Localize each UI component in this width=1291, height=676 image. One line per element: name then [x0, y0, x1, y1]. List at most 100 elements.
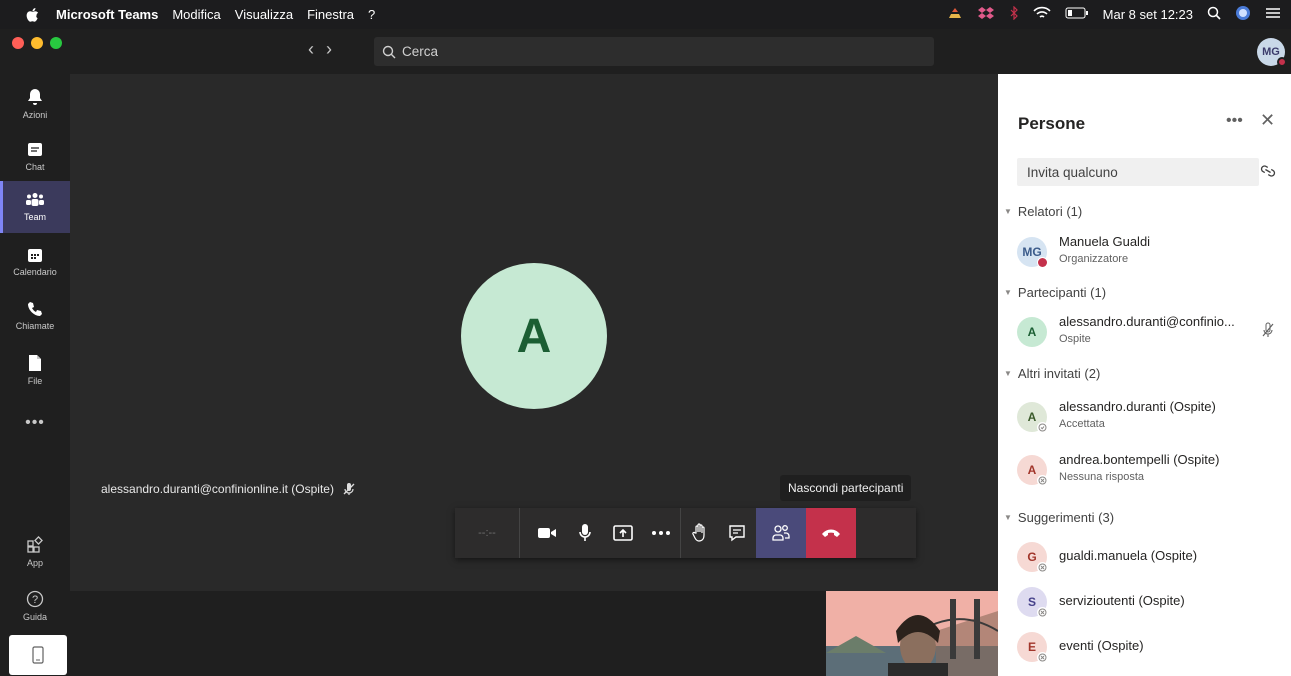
rail-item-guida[interactable]: ? Guida	[0, 580, 70, 632]
user-avatar[interactable]: MG	[1257, 38, 1287, 67]
rail-label: Chiamate	[15, 321, 55, 331]
phone-icon	[28, 302, 42, 316]
notification-center-icon[interactable]	[1265, 7, 1281, 22]
self-video-preview[interactable]	[826, 591, 998, 676]
caret-down-icon: ▼	[1004, 513, 1012, 522]
person-status: Nessuna risposta	[1059, 471, 1144, 483]
rail-more-button[interactable]: •••	[0, 414, 70, 432]
person-name: Manuela Gualdi	[1059, 234, 1151, 249]
section-relatori[interactable]: ▼ Relatori (1)	[1004, 204, 1082, 219]
copy-link-icon[interactable]	[1260, 164, 1276, 183]
siri-icon[interactable]	[1235, 5, 1251, 24]
window-controls	[12, 37, 62, 49]
menu-finestra[interactable]: Finestra	[307, 7, 354, 22]
dropbox-icon[interactable]	[977, 6, 995, 23]
person-row[interactable]: A alessandro.duranti (Ospite) Accettata	[1017, 397, 1287, 437]
rail-item-azioni[interactable]: Azioni	[0, 78, 70, 130]
invite-input[interactable]: Invita qualcuno	[1017, 158, 1259, 186]
meeting-chat-button[interactable]	[718, 508, 756, 558]
person-name: andrea.bontempelli (Ospite)	[1059, 452, 1220, 467]
people-panel: Persone ••• ✕ Invita qualcuno ▼ Relatori…	[998, 74, 1291, 676]
participants-button[interactable]	[756, 508, 806, 558]
rail-label: App	[26, 558, 43, 568]
section-label: Relatori (1)	[1017, 204, 1083, 219]
history-navigation: ‹ ›	[308, 39, 332, 60]
minimize-window-button[interactable]	[31, 37, 43, 49]
microphone-icon	[579, 524, 591, 541]
section-suggerimenti[interactable]: ▼ Suggerimenti (3)	[1004, 510, 1114, 525]
menu-help[interactable]: ?	[368, 7, 375, 22]
apple-icon[interactable]	[22, 7, 42, 23]
menu-extras: Mar 8 set 12:23	[947, 0, 1281, 29]
forward-arrow-icon[interactable]: ›	[326, 39, 332, 60]
person-role: Ospite	[1059, 333, 1091, 345]
busy-status-icon	[1037, 257, 1048, 268]
teams-icon	[26, 193, 44, 206]
macos-menu-bar: Microsoft Teams Modifica Visualizza Fine…	[0, 0, 1291, 29]
close-window-button[interactable]	[12, 37, 24, 49]
muted-mic-icon[interactable]	[1261, 322, 1275, 343]
person-row[interactable]: G gualdi.manuela (Ospite)	[1017, 537, 1287, 577]
offline-status-icon	[1037, 475, 1048, 486]
microphone-button[interactable]	[566, 508, 604, 558]
upload-icon[interactable]	[947, 6, 963, 23]
menu-clock[interactable]: Mar 8 set 12:23	[1103, 7, 1193, 22]
maximize-window-button[interactable]	[50, 37, 62, 49]
back-arrow-icon[interactable]: ‹	[308, 39, 314, 60]
person-row[interactable]: MG Manuela Gualdi Organizzatore	[1017, 232, 1287, 272]
person-row[interactable]: A alessandro.duranti@confinio... Ospite	[1017, 312, 1287, 352]
section-altri-invitati[interactable]: ▼ Altri invitati (2)	[1004, 366, 1100, 381]
battery-icon[interactable]	[1065, 7, 1089, 22]
panel-close-icon[interactable]: ✕	[1260, 110, 1275, 131]
avatar: A	[1017, 317, 1047, 347]
person-row[interactable]: E eventi (Ospite)	[1017, 627, 1287, 667]
search-input[interactable]: Cerca	[374, 37, 934, 66]
hang-up-icon	[822, 529, 840, 537]
person-name: alessandro.duranti@confinio...	[1059, 314, 1235, 329]
panel-more-icon[interactable]: •••	[1226, 112, 1243, 130]
person-row[interactable]: A andrea.bontempelli (Ospite) Nessuna ri…	[1017, 450, 1287, 490]
more-dots-icon	[652, 531, 670, 535]
caret-down-icon: ▼	[1004, 207, 1012, 216]
search-placeholder: Cerca	[402, 44, 439, 59]
person-row[interactable]: S servizioutenti (Ospite)	[1017, 582, 1287, 622]
bluetooth-icon[interactable]	[1009, 5, 1019, 23]
rail-label: Team	[23, 212, 46, 222]
apps-icon	[27, 536, 43, 553]
rail-item-chat[interactable]: Chat	[0, 131, 70, 183]
rail-item-calendario[interactable]: Calendario	[0, 236, 70, 288]
panel-title: Persone	[1018, 114, 1086, 133]
share-screen-button[interactable]	[604, 508, 642, 558]
rail-item-team[interactable]: Team	[0, 181, 70, 233]
raise-hand-icon	[691, 523, 705, 542]
participants-icon	[772, 525, 790, 541]
more-actions-button[interactable]	[642, 508, 680, 558]
caret-down-icon: ▼	[1004, 288, 1012, 297]
rail-item-file[interactable]: File	[0, 344, 70, 396]
help-icon: ?	[26, 590, 44, 608]
calendar-icon	[28, 249, 42, 262]
camera-button[interactable]	[528, 508, 566, 558]
spotlight-icon[interactable]	[1207, 6, 1221, 23]
menu-app-name[interactable]: Microsoft Teams	[56, 7, 158, 22]
rail-label: Chat	[25, 162, 45, 172]
offline-status-icon	[1037, 422, 1048, 433]
menu-visualizza[interactable]: Visualizza	[235, 7, 293, 22]
rail-item-chiamate[interactable]: Chiamate	[0, 290, 70, 342]
mobile-device-button[interactable]	[9, 635, 67, 675]
hang-up-button[interactable]	[806, 508, 856, 558]
invite-placeholder: Invita qualcuno	[1027, 164, 1118, 180]
app-rail: Azioni Chat Team Calendario Chiamate Fil…	[0, 74, 70, 676]
offline-status-icon	[1037, 562, 1048, 573]
section-partecipanti[interactable]: ▼ Partecipanti (1)	[1004, 285, 1106, 300]
rail-item-app[interactable]: App	[0, 526, 70, 578]
self-video-image	[826, 591, 998, 676]
busy-status-icon	[1277, 57, 1287, 67]
teams-title-bar: ‹ › Cerca MG	[0, 29, 1291, 74]
menu-modifica[interactable]: Modifica	[172, 7, 220, 22]
wifi-icon[interactable]	[1033, 6, 1051, 23]
participant-avatar-large: A	[461, 263, 607, 409]
participant-caption: alessandro.duranti@confinionline.it (Osp…	[101, 482, 356, 496]
raise-hand-button[interactable]	[680, 508, 718, 558]
caret-down-icon: ▼	[1004, 369, 1012, 378]
